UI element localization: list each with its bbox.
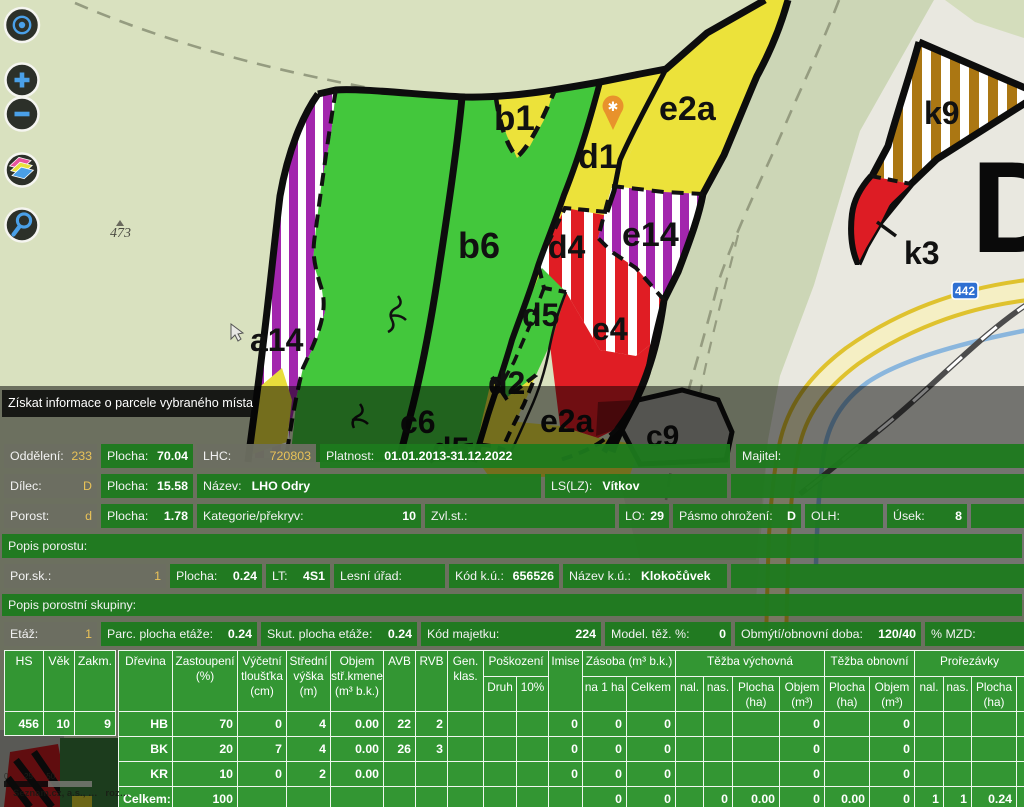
svg-text:473: 473 xyxy=(110,226,131,241)
svg-text:✱: ✱ xyxy=(608,99,619,114)
svg-text:442: 442 xyxy=(955,284,975,298)
svg-text:b1: b1 xyxy=(494,99,535,138)
svg-text:b6: b6 xyxy=(458,225,500,266)
svg-text:e14: e14 xyxy=(622,216,679,254)
svg-text:k9: k9 xyxy=(924,95,960,131)
svg-text:d1: d1 xyxy=(578,138,618,176)
svg-text:k3: k3 xyxy=(904,235,940,271)
svg-text:e4: e4 xyxy=(592,311,628,347)
svg-text:D: D xyxy=(971,134,1024,280)
svg-text:a14: a14 xyxy=(250,322,304,358)
svg-text:e2a: e2a xyxy=(659,90,717,128)
svg-text:d5: d5 xyxy=(522,297,559,333)
svg-text:d4: d4 xyxy=(548,229,586,265)
